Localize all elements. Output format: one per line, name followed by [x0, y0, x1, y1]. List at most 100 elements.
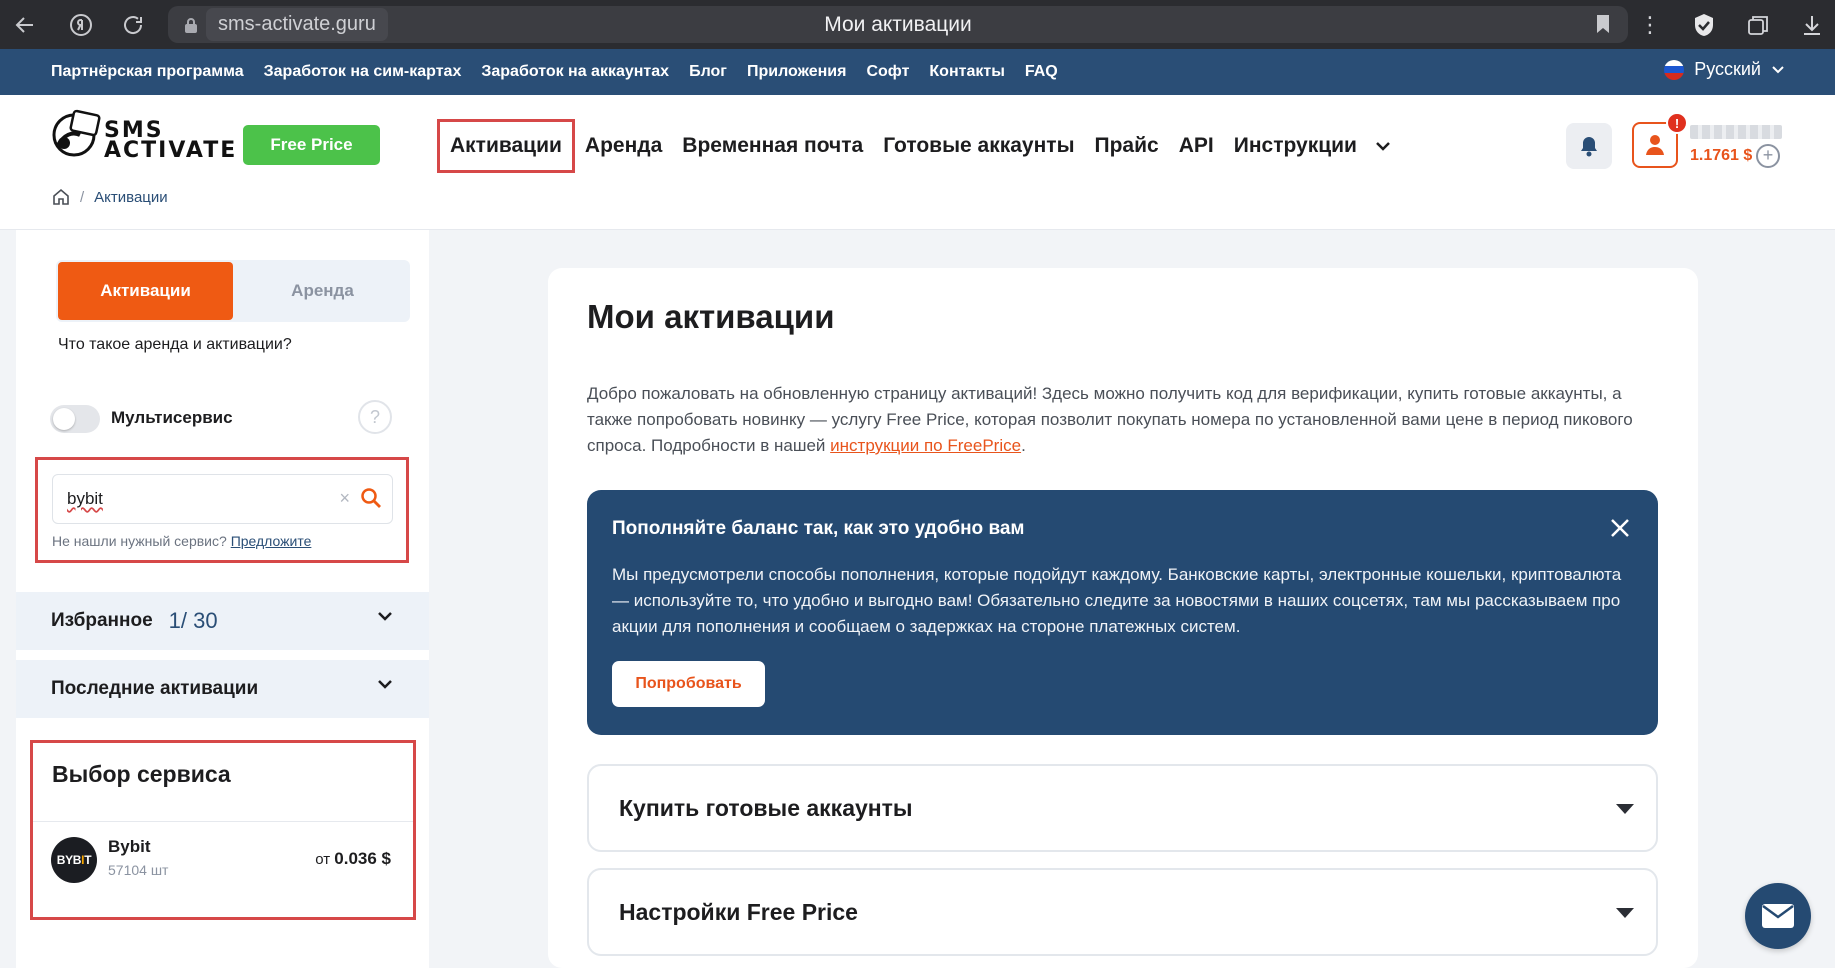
logo-text: SMS ACTIVATE: [104, 118, 238, 163]
recent-activations-accordion[interactable]: Последние активации: [16, 660, 429, 718]
clear-search-icon[interactable]: ×: [339, 488, 350, 509]
bookmark-icon[interactable]: [1596, 14, 1610, 39]
extensions-icon[interactable]: [1735, 0, 1781, 49]
home-icon[interactable]: [52, 188, 70, 206]
multiservice-toggle[interactable]: [50, 405, 100, 433]
bybit-logo-icon: BYB I T: [51, 837, 97, 883]
close-icon[interactable]: [1608, 516, 1632, 540]
recent-label: Последние активации: [51, 678, 259, 699]
intro-text: Добро пожаловать на обновленную страницу…: [587, 381, 1667, 459]
page-title: Мои активации: [587, 298, 835, 335]
back-icon[interactable]: [4, 0, 46, 49]
url-text: sms-activate.guru: [206, 8, 388, 41]
main-card: Мои активации Добро пожаловать на обновл…: [548, 268, 1698, 968]
mail-icon: [1762, 904, 1794, 928]
nav-rent[interactable]: Аренда: [575, 134, 672, 158]
address-bar[interactable]: sms-activate.guru Мои активации: [168, 6, 1628, 43]
favorites-label: Избранное: [51, 610, 153, 631]
accordion-title: Купить готовые аккаунты: [619, 795, 913, 821]
nav-instructions[interactable]: Инструкции: [1224, 134, 1367, 158]
intro-body: Добро пожаловать на обновленную страницу…: [587, 384, 1633, 455]
chevron-down-icon: [1772, 65, 1784, 73]
nav-api[interactable]: API: [1169, 134, 1224, 158]
link-sim-earnings[interactable]: Заработок на сим-картах: [264, 63, 462, 81]
language-label: Русский: [1694, 59, 1761, 79]
tab-rent[interactable]: Аренда: [235, 260, 410, 322]
buy-accounts-accordion[interactable]: Купить готовые аккаунты: [587, 764, 1658, 852]
service-price: от 0.036 $: [315, 849, 391, 869]
toggle-knob: [53, 408, 75, 430]
favorites-count: 1/ 30: [168, 608, 218, 633]
service-count: 57104 шт: [108, 862, 169, 878]
breadcrumb-current[interactable]: Активации: [94, 189, 167, 206]
breadcrumb-separator: /: [80, 188, 85, 206]
service-name: Bybit: [108, 837, 151, 856]
service-search-highlight: bybit × Не нашли нужный сервис? Предложи…: [35, 457, 409, 563]
breadcrumb: / Активации: [52, 188, 168, 206]
service-select-panel: Выбор сервиса BYB I T Bybit 57104 шт от 0.…: [30, 740, 416, 920]
divider: [33, 821, 413, 822]
sms-activate-logo[interactable]: SMS ACTIVATE: [50, 109, 235, 171]
language-selector[interactable]: Русский: [1664, 59, 1785, 80]
promo-title: Пополняйте баланс так, как это удобно ва…: [612, 518, 1025, 539]
lock-icon: [176, 17, 206, 33]
chevron-down-icon: [378, 680, 392, 689]
caret-down-icon: [1616, 908, 1634, 918]
help-icon[interactable]: ?: [358, 400, 392, 434]
freeprice-instructions-link[interactable]: инструкции по FreePrice: [830, 436, 1021, 455]
not-found-text: Не нашли нужный сервис?: [52, 533, 227, 549]
try-button[interactable]: Попробовать: [612, 661, 765, 707]
search-icon[interactable]: [360, 487, 382, 509]
service-search-input[interactable]: bybit ×: [52, 474, 393, 524]
notifications-button[interactable]: [1566, 123, 1612, 169]
more-menu-icon[interactable]: ⋮: [1627, 0, 1673, 49]
reload-icon[interactable]: [112, 0, 154, 49]
link-partner-program[interactable]: Партнёрская программа: [51, 63, 244, 81]
suggest-service-link[interactable]: Предложите: [231, 533, 312, 549]
link-software[interactable]: Софт: [866, 63, 909, 81]
link-blog[interactable]: Блог: [689, 63, 727, 81]
free-price-settings-accordion[interactable]: Настройки Free Price: [587, 868, 1658, 956]
caret-down-icon: [1616, 804, 1634, 814]
top-links-bar: Партнёрская программа Заработок на сим-к…: [0, 49, 1835, 95]
nav-temp-mail[interactable]: Временная почта: [672, 134, 873, 158]
not-found-hint: Не нашли нужный сервис? Предложите: [52, 533, 311, 549]
chevron-down-icon: [378, 612, 392, 621]
what-is-rent-link[interactable]: Что такое аренда и активации?: [58, 336, 292, 354]
browser-toolbar: sms-activate.guru Мои активации ⋮: [0, 0, 1835, 49]
free-price-button[interactable]: Free Price: [243, 125, 380, 165]
balance-value: 1.1761 $: [1690, 147, 1753, 164]
chevron-down-icon[interactable]: [1375, 140, 1391, 152]
download-icon[interactable]: [1789, 0, 1835, 49]
bell-icon: [1581, 137, 1597, 157]
favorites-accordion[interactable]: Избранное 1/ 30: [16, 592, 429, 650]
support-mail-button[interactable]: [1745, 883, 1811, 949]
accordion-title: Настройки Free Price: [619, 899, 858, 925]
nav-activations[interactable]: Активации: [437, 119, 575, 173]
user-icon: [1646, 135, 1664, 155]
notification-badge: !: [1666, 112, 1688, 134]
site-header: SMS ACTIVATE Free Price Активации Аренда…: [0, 95, 1835, 230]
nav-price[interactable]: Прайс: [1085, 134, 1169, 158]
account-id-blurred: [1690, 125, 1782, 139]
add-balance-button[interactable]: +: [1756, 144, 1780, 168]
nav-ready-accounts[interactable]: Готовые аккаунты: [873, 134, 1084, 158]
service-row-bybit[interactable]: BYB I T Bybit 57104 шт от 0.036 $: [33, 831, 413, 893]
link-faq[interactable]: FAQ: [1025, 63, 1058, 81]
search-value: bybit: [67, 489, 103, 508]
service-select-heading: Выбор сервиса: [52, 761, 231, 787]
main-nav: Активации Аренда Временная почта Готовые…: [437, 119, 1391, 173]
link-apps[interactable]: Приложения: [747, 63, 847, 81]
shield-icon[interactable]: [1681, 0, 1727, 49]
profile-button[interactable]: !: [1632, 112, 1688, 168]
yandex-icon[interactable]: [60, 0, 102, 49]
price-prefix: от: [315, 851, 331, 868]
link-contacts[interactable]: Контакты: [929, 63, 1004, 81]
link-account-earnings[interactable]: Заработок на аккаунтах: [481, 63, 669, 81]
mode-switch: Активации Аренда: [56, 260, 410, 322]
intro-end: .: [1021, 436, 1026, 455]
multiservice-label: Мультисервис: [111, 408, 233, 427]
topup-promo-banner: Пополняйте баланс так, как это удобно ва…: [587, 490, 1658, 735]
price-value: 0.036 $: [334, 849, 391, 868]
tab-activations[interactable]: Активации: [58, 262, 233, 320]
